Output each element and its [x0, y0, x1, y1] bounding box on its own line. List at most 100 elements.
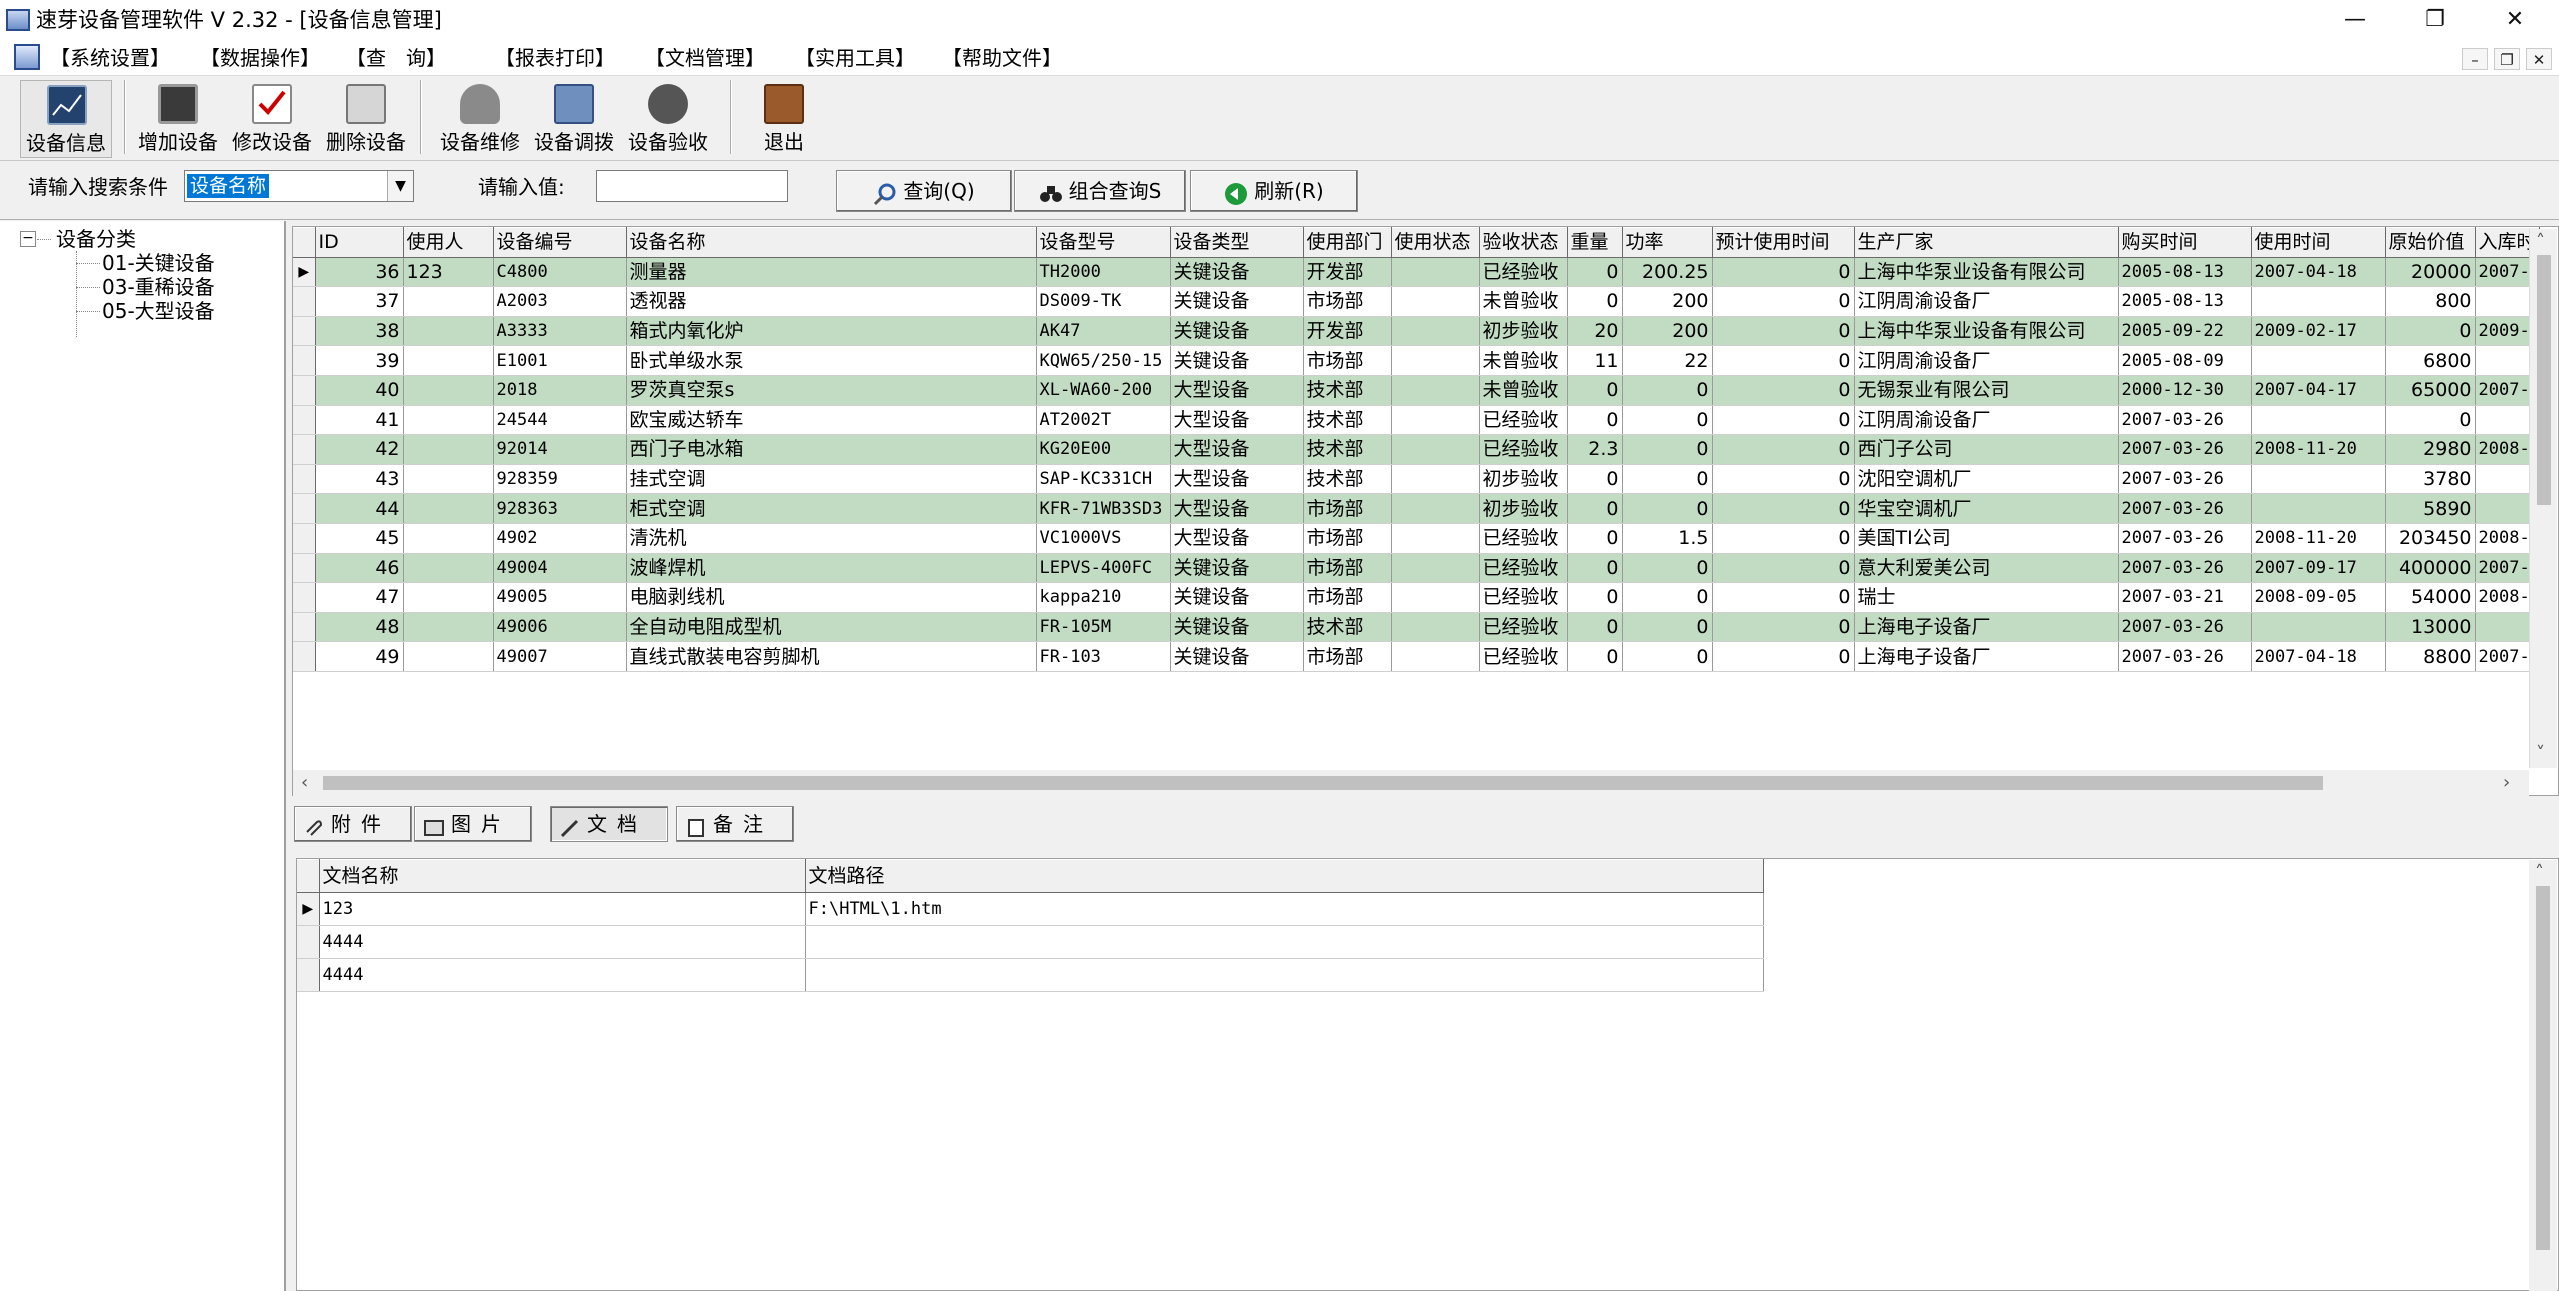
table-cell[interactable]: 0 [1712, 641, 1855, 672]
device-info-button[interactable]: 设备信息 [20, 80, 112, 158]
table-cell[interactable]: 开发部 [1303, 257, 1392, 288]
row-indicator[interactable] [293, 286, 316, 317]
row-indicator[interactable] [297, 925, 320, 959]
transfer-button[interactable]: 设备调拨 [528, 80, 620, 158]
edit-device-button[interactable]: 修改设备 [226, 80, 318, 158]
column-header[interactable]: 购买时间 [2118, 227, 2252, 258]
table-cell[interactable] [403, 316, 494, 347]
table-cell[interactable]: 美国TI公司 [1854, 523, 2119, 554]
search-value-input[interactable] [596, 170, 788, 202]
column-header[interactable]: 生产厂家 [1854, 227, 2119, 258]
column-header[interactable]: 预计使用时间 [1712, 227, 1855, 258]
table-cell[interactable]: 0 [1622, 641, 1713, 672]
table-cell[interactable]: 13000 [2385, 612, 2476, 643]
table-cell[interactable]: XL-WA60-200 [1036, 375, 1171, 406]
table-cell[interactable]: 2007-03-26 [2118, 434, 2252, 465]
table-cell[interactable]: 箱式内氧化炉 [626, 316, 1037, 347]
table-cell[interactable] [1391, 345, 1480, 376]
table-cell[interactable]: 0 [1712, 464, 1855, 495]
table-cell[interactable]: 2005-08-13 [2118, 257, 2252, 288]
table-row[interactable]: 43 928359 挂式空调 SAP-KC331CH 大型设备 技术部 初步验收 0 0 0 沈阳空… [293, 464, 2540, 495]
menu-document-management[interactable]: 【文档管理】 [645, 46, 765, 70]
column-header[interactable]: 文档路径 [805, 859, 1764, 893]
table-cell[interactable]: 0 [1712, 434, 1855, 465]
table-cell[interactable]: KG20E00 [1036, 434, 1171, 465]
table-cell[interactable]: 37 [315, 286, 404, 317]
table-cell[interactable]: 市场部 [1303, 345, 1392, 376]
table-cell[interactable]: 初步验收 [1479, 493, 1568, 524]
table-cell[interactable]: 0 [2385, 316, 2476, 347]
table-cell[interactable]: 波峰焊机 [626, 553, 1037, 584]
table-cell[interactable] [1391, 523, 1480, 554]
table-cell[interactable]: 关键设备 [1170, 286, 1304, 317]
menu-query[interactable]: 【查 询】 [346, 46, 446, 70]
table-cell[interactable]: 技术部 [1303, 464, 1392, 495]
mdi-restore-button[interactable]: ❐ [2494, 48, 2520, 70]
table-cell[interactable] [403, 641, 494, 672]
table-cell[interactable] [1391, 582, 1480, 613]
table-cell[interactable]: FR-103 [1036, 641, 1171, 672]
table-cell[interactable]: 初步验收 [1479, 464, 1568, 495]
row-indicator[interactable] [297, 958, 320, 992]
table-cell[interactable]: 初步验收 [1479, 316, 1568, 347]
table-cell[interactable]: 罗茨真空泵s [626, 375, 1037, 406]
table-cell[interactable] [1391, 641, 1480, 672]
tree-root-node[interactable]: 设备分类 [56, 227, 136, 251]
table-cell[interactable]: 39 [315, 345, 404, 376]
table-cell[interactable]: 电脑剥线机 [626, 582, 1037, 613]
restore-button[interactable]: ❐ [2400, 0, 2470, 40]
table-row[interactable]: 47 49005 电脑剥线机 kappa210 关键设备 市场部 已经验收 0 0 0 瑞士 2007… [293, 582, 2540, 613]
table-cell[interactable]: 20 [1567, 316, 1623, 347]
table-cell[interactable] [1391, 612, 1480, 643]
table-cell[interactable]: 大型设备 [1170, 464, 1304, 495]
current-row-indicator-icon[interactable]: ▶ [293, 257, 316, 288]
table-cell[interactable]: 0 [1567, 405, 1623, 436]
table-cell[interactable]: 关键设备 [1170, 582, 1304, 613]
menu-system-settings[interactable]: 【系统设置】 [50, 46, 170, 70]
column-header[interactable]: 使用人 [403, 227, 494, 258]
table-cell[interactable]: 49006 [493, 612, 627, 643]
table-cell[interactable]: 0 [2385, 405, 2476, 436]
table-cell[interactable]: 65000 [2385, 375, 2476, 406]
table-cell[interactable]: 华宝空调机厂 [1854, 493, 2119, 524]
table-cell[interactable]: 38 [315, 316, 404, 347]
table-cell[interactable]: 0 [1712, 523, 1855, 554]
table-cell[interactable]: 市场部 [1303, 493, 1392, 524]
table-cell[interactable]: 卧式单级水泵 [626, 345, 1037, 376]
query-button[interactable]: 查询(Q) [836, 170, 1012, 212]
table-cell[interactable]: 0 [1567, 641, 1623, 672]
tab-images[interactable]: 图片 [414, 806, 532, 842]
table-cell[interactable]: 2007-04-18 [2251, 641, 2386, 672]
table-cell[interactable]: 49007 [493, 641, 627, 672]
table-cell[interactable]: 22 [1622, 345, 1713, 376]
table-cell[interactable]: 2005-08-13 [2118, 286, 2252, 317]
table-cell[interactable]: 0 [1567, 582, 1623, 613]
table-cell[interactable] [403, 345, 494, 376]
table-cell[interactable]: 0 [1567, 257, 1623, 288]
table-cell[interactable]: 大型设备 [1170, 375, 1304, 406]
table-cell[interactable] [403, 612, 494, 643]
table-cell[interactable]: 未曾验收 [1479, 345, 1568, 376]
table-cell[interactable]: 已经验收 [1479, 582, 1568, 613]
tab-attachments[interactable]: 附件 [294, 806, 412, 842]
table-cell[interactable]: 技术部 [1303, 375, 1392, 406]
row-indicator[interactable] [293, 345, 316, 376]
table-cell[interactable] [1391, 553, 1480, 584]
table-cell[interactable]: 2007-03-26 [2118, 612, 2252, 643]
table-cell[interactable]: 无锡泵业有限公司 [1854, 375, 2119, 406]
menu-utilities[interactable]: 【实用工具】 [795, 46, 915, 70]
column-header[interactable]: 文档名称 [319, 859, 806, 893]
table-cell[interactable]: 江阴周渝设备厂 [1854, 286, 2119, 317]
table-cell[interactable]: DS009-TK [1036, 286, 1171, 317]
table-cell[interactable]: 0 [1712, 493, 1855, 524]
table-row[interactable]: 37 A2003 透视器 DS009-TK 关键设备 市场部 未曾验收 0 200 0 江阴周渝设备… [293, 286, 2540, 317]
table-cell[interactable] [1391, 375, 1480, 406]
tab-notes[interactable]: 备注 [676, 806, 794, 842]
table-cell[interactable]: 8800 [2385, 641, 2476, 672]
table-row[interactable]: 4444 [297, 925, 1764, 959]
table-cell[interactable]: AT2002T [1036, 405, 1171, 436]
table-cell[interactable]: 市场部 [1303, 641, 1392, 672]
menu-data-operations[interactable]: 【数据操作】 [200, 46, 320, 70]
table-cell[interactable]: 4444 [319, 958, 806, 992]
table-cell[interactable]: E1001 [493, 345, 627, 376]
